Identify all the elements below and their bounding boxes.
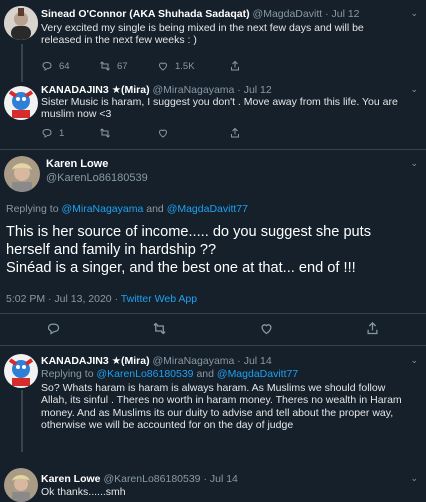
replying-to: Replying to @KarenLo86180539 and @MagdaD… bbox=[41, 368, 298, 380]
chevron-down-icon[interactable]: ⌄ bbox=[410, 473, 418, 484]
display-name[interactable]: KANADAJIN3 ★(Mira) bbox=[41, 355, 150, 367]
reply-button[interactable]: 1 bbox=[41, 127, 99, 139]
separator: · bbox=[237, 355, 241, 367]
share-button[interactable] bbox=[229, 60, 241, 72]
main-tweet-text: This is her source of income..... do you… bbox=[6, 223, 421, 277]
avatar[interactable] bbox=[4, 468, 38, 502]
retweet-icon bbox=[100, 128, 110, 138]
divider bbox=[0, 313, 426, 314]
heart-icon bbox=[158, 129, 168, 138]
display-name[interactable]: Karen Lowe bbox=[46, 158, 148, 170]
like-button[interactable]: 1.5K bbox=[157, 60, 229, 72]
tweet-text: Ok thanks......smh bbox=[41, 486, 126, 498]
mention-link[interactable]: @KarenLo86180539 bbox=[96, 368, 193, 380]
avatar[interactable] bbox=[4, 6, 38, 40]
tweet-time[interactable]: 5:02 PM · Jul 13, 2020 · bbox=[6, 293, 118, 305]
timestamp: 5:02 PM · Jul 13, 2020 · Twitter Web App bbox=[6, 293, 197, 305]
tweet-karen-reply[interactable]: Karen Lowe @KarenLo86180539 · Jul 14 ⌄ O… bbox=[0, 462, 426, 502]
chevron-down-icon[interactable]: ⌄ bbox=[410, 8, 418, 19]
heart-icon bbox=[158, 62, 168, 71]
reply-icon bbox=[42, 61, 52, 71]
main-text-line: Sinéad is a singer, and the best one at … bbox=[6, 260, 356, 276]
tweet-date[interactable]: Jul 12 bbox=[244, 84, 272, 96]
like-button[interactable] bbox=[259, 321, 274, 336]
tweet-header: Karen Lowe @KarenLo86180539 bbox=[46, 158, 148, 184]
reply-icon bbox=[42, 128, 52, 138]
chevron-down-icon[interactable]: ⌄ bbox=[410, 355, 418, 366]
tweet-text: So? Whats haram is haram is always haram… bbox=[41, 382, 402, 431]
main-text-line: herself and family in hardship ?? bbox=[6, 242, 217, 258]
tweet-mira-1[interactable]: KANADAJIN3 ★(Mira) @MiraNagayama · Jul 1… bbox=[0, 82, 426, 147]
mention-link[interactable]: @MiraNagayama bbox=[61, 203, 143, 215]
share-icon bbox=[367, 321, 378, 335]
tweet-mira-2[interactable]: KANADAJIN3 ★(Mira) @MiraNagayama · Jul 1… bbox=[0, 346, 426, 452]
main-tweet-actions bbox=[0, 321, 426, 336]
share-icon bbox=[231, 60, 239, 71]
retweet-button[interactable]: 67 bbox=[99, 60, 157, 72]
tweet-actions: 64 67 1.5K bbox=[41, 60, 241, 72]
avatar[interactable] bbox=[4, 354, 38, 388]
separator: · bbox=[237, 84, 241, 96]
tweet-header: Sinead O'Connor (AKA Shuhada Sadaqat) @M… bbox=[41, 8, 360, 20]
tweet-date[interactable]: Jul 12 bbox=[332, 8, 360, 20]
separator: · bbox=[203, 473, 207, 485]
retweet-button[interactable] bbox=[152, 321, 167, 336]
avatar[interactable] bbox=[4, 156, 40, 192]
tweet-header: KANADAJIN3 ★(Mira) @MiraNagayama · Jul 1… bbox=[41, 355, 272, 367]
tweet-date[interactable]: Jul 14 bbox=[210, 473, 238, 485]
reply-count: 1 bbox=[59, 127, 65, 139]
display-name[interactable]: Sinead O'Connor (AKA Shuhada Sadaqat) bbox=[41, 8, 250, 20]
handle[interactable]: @KarenLo86180539 bbox=[46, 172, 148, 184]
reply-button[interactable] bbox=[46, 321, 61, 336]
reply-icon bbox=[47, 323, 59, 335]
handle[interactable]: @KarenLo86180539 bbox=[103, 473, 200, 485]
chevron-down-icon[interactable]: ⌄ bbox=[410, 84, 418, 95]
tweet-sinead[interactable]: Sinead O'Connor (AKA Shuhada Sadaqat) @M… bbox=[0, 0, 426, 82]
share-button[interactable] bbox=[365, 321, 380, 336]
handle[interactable]: @MiraNagayama bbox=[153, 355, 235, 367]
share-icon bbox=[231, 127, 239, 138]
replying-to: Replying to @MiraNagayama and @MagdaDavi… bbox=[6, 203, 248, 215]
main-tweet: Karen Lowe @KarenLo86180539 ⌄ Replying t… bbox=[0, 150, 426, 340]
retweet-button[interactable] bbox=[99, 127, 157, 139]
tweet-text: Very excited my single is being mixed in… bbox=[41, 22, 364, 47]
retweet-count: 67 bbox=[117, 60, 128, 72]
tweet-header: KANADAJIN3 ★(Mira) @MiraNagayama · Jul 1… bbox=[41, 84, 272, 96]
share-button[interactable] bbox=[229, 127, 241, 139]
replying-and: and bbox=[196, 368, 214, 380]
avatar[interactable] bbox=[4, 86, 38, 120]
handle[interactable]: @MagdaDavitt bbox=[253, 8, 323, 20]
mention-link[interactable]: @MagdaDavitt77 bbox=[217, 368, 298, 380]
display-name[interactable]: Karen Lowe bbox=[41, 473, 101, 485]
chevron-down-icon[interactable]: ⌄ bbox=[410, 158, 418, 169]
separator: · bbox=[325, 8, 329, 20]
reply-button[interactable]: 64 bbox=[41, 60, 99, 72]
thread-line bbox=[21, 44, 23, 82]
handle[interactable]: @MiraNagayama bbox=[153, 84, 235, 96]
like-count: 1.5K bbox=[175, 60, 195, 72]
heart-icon bbox=[261, 324, 272, 335]
mention-link[interactable]: @MagdaDavitt77 bbox=[167, 203, 248, 215]
reply-count: 64 bbox=[59, 60, 70, 72]
tweet-header: Karen Lowe @KarenLo86180539 · Jul 14 bbox=[41, 473, 238, 485]
retweet-icon bbox=[100, 61, 110, 71]
tweet-actions: 1 bbox=[41, 127, 241, 139]
replying-prefix: Replying to bbox=[6, 203, 59, 215]
tweet-text: Sister Music is haram, I suggest you don… bbox=[41, 96, 398, 121]
retweet-icon bbox=[153, 322, 166, 335]
like-button[interactable] bbox=[157, 127, 229, 139]
tweet-date[interactable]: Jul 14 bbox=[244, 355, 272, 367]
replying-prefix: Replying to bbox=[41, 368, 94, 380]
replying-and: and bbox=[146, 203, 164, 215]
client-link[interactable]: Twitter Web App bbox=[121, 293, 197, 305]
thread-line bbox=[21, 390, 23, 452]
main-text-line: This is her source of income..... do you… bbox=[6, 224, 372, 240]
display-name[interactable]: KANADAJIN3 ★(Mira) bbox=[41, 84, 150, 96]
